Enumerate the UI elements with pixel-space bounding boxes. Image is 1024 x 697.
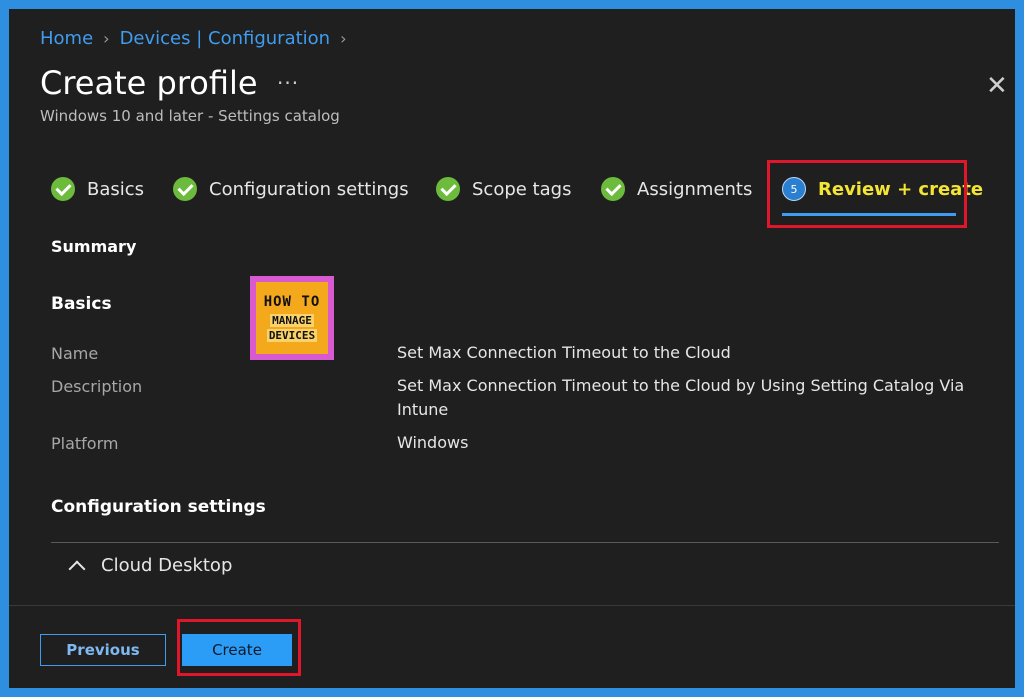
description-value: Set Max Connection Timeout to the Cloud …	[397, 376, 965, 419]
chevron-right-icon: ›	[103, 29, 110, 48]
name-label: Name	[51, 344, 99, 363]
accordion-cloud-desktop[interactable]: Cloud Desktop	[67, 555, 233, 577]
highlight-box-create	[177, 619, 301, 676]
logo-line: MANAGE	[270, 314, 314, 327]
page-title: Create profile	[40, 64, 258, 102]
platform-value: Windows	[397, 433, 469, 452]
footer-divider	[9, 605, 1015, 606]
breadcrumb-home-link[interactable]: Home	[40, 28, 93, 49]
close-icon[interactable]: ✕	[986, 73, 1008, 99]
how-to-manage-devices-logo: HOW TO MANAGE DEVICES	[250, 276, 334, 360]
platform-label: Platform	[51, 434, 119, 453]
chevron-right-icon: ›	[340, 29, 347, 48]
page-subtitle: Windows 10 and later - Settings catalog	[40, 107, 340, 125]
highlight-box-review	[767, 160, 967, 228]
name-value: Set Max Connection Timeout to the Cloud	[397, 343, 731, 362]
description-label: Description	[51, 377, 143, 396]
chevron-up-icon	[68, 560, 86, 577]
checkmark-icon	[51, 177, 75, 201]
step-label: Assignments	[637, 178, 753, 200]
checkmark-icon	[601, 177, 625, 201]
create-profile-blade: Home › Devices | Configuration › Create …	[9, 9, 1015, 688]
breadcrumb-devices-configuration-link[interactable]: Devices | Configuration	[120, 28, 331, 49]
divider	[51, 542, 999, 543]
previous-button[interactable]: Previous	[40, 634, 166, 666]
accordion-label: Cloud Desktop	[101, 555, 233, 576]
step-label: Basics	[87, 178, 145, 200]
step-label: Scope tags	[472, 178, 572, 200]
basics-heading: Basics	[51, 294, 112, 314]
step-label: Configuration settings	[209, 178, 409, 200]
step-scope-tags[interactable]: Scope tags	[436, 177, 571, 201]
step-assignments[interactable]: Assignments	[601, 177, 752, 201]
summary-heading: Summary	[51, 237, 137, 256]
step-basics[interactable]: Basics	[51, 177, 144, 201]
more-options-icon[interactable]: ···	[277, 71, 299, 95]
checkmark-icon	[173, 177, 197, 201]
breadcrumb: Home › Devices | Configuration ›	[40, 28, 356, 49]
logo-line: HOW TO	[263, 294, 321, 310]
configuration-settings-heading: Configuration settings	[51, 497, 266, 517]
step-configuration-settings[interactable]: Configuration settings	[173, 177, 409, 201]
logo-line: DEVICES	[266, 329, 318, 342]
checkmark-icon	[436, 177, 460, 201]
